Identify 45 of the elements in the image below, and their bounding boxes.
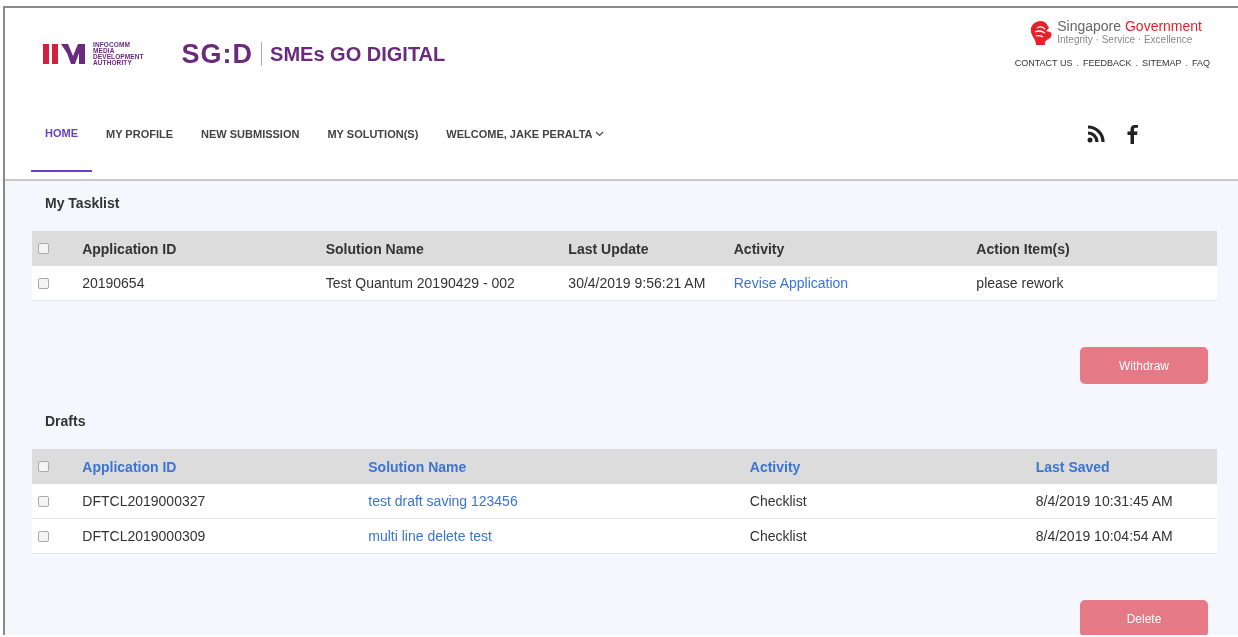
lion-head-icon [1029,20,1054,46]
nav-tab[interactable]: NEW SUBMISSION [187,84,314,172]
nav-tab[interactable]: MY PROFILE [92,84,188,172]
nav-tab[interactable]: HOME [31,84,92,172]
select-all-checkbox[interactable] [38,243,49,254]
link-separator: . [1185,58,1188,68]
government-name: Singapore Government [1057,20,1202,33]
table-cell: 8/4/2019 10:04:54 AM [1035,528,1173,544]
column-header: Application ID [82,240,177,257]
row-checkbox[interactable] [38,530,49,542]
brand-name: SMEs GO DIGITAL [270,42,446,66]
table-link[interactable]: multi line delete test [368,528,492,544]
row-checkbox[interactable] [38,277,49,289]
header-link[interactable]: FAQ [1192,58,1210,68]
facebook-icon[interactable] [1127,125,1138,144]
rss-icon[interactable] [1087,125,1107,143]
table-cell: Checklist [749,493,807,509]
column-header: Last Update [568,240,649,257]
table-link[interactable]: test draft saving 123456 [368,493,518,509]
column-header: Action Item(s) [976,240,1070,257]
brand-logo: SG:D [181,38,254,70]
select-all-checkbox[interactable] [38,461,49,472]
header-link[interactable]: FEEDBACK [1082,58,1132,68]
table-cell: Test Quantum 20190429 - 002 [325,275,515,291]
caret-icon [594,131,604,137]
nav-tab[interactable]: WELCOME, JAKE PERALTA [432,84,618,172]
header-link[interactable]: SITEMAP [1141,58,1182,68]
link-separator: . [1076,58,1079,68]
header-link[interactable]: CONTACT US [1014,58,1073,68]
nav-tab[interactable]: MY SOLUTION(S) [313,84,433,172]
table-cell: 30/4/2019 9:56:21 AM [568,275,706,291]
column-header: Solution Name [325,240,424,257]
link-separator: . [1135,58,1138,68]
section-title: My Tasklist [44,194,121,213]
table-cell: please rework [976,275,1064,291]
row-checkbox[interactable] [38,495,49,507]
column-header: Activity [733,240,785,257]
government-motto: Integrity · Service · Excellence [1057,34,1194,46]
agency-logo-icon [41,41,87,67]
table-cell: 20190654 [82,275,145,291]
section-title: Drafts [44,412,87,431]
table-cell: DFTCL2019000327 [82,493,206,509]
table-cell: Checklist [749,528,807,544]
table-cell: 8/4/2019 10:31:45 AM [1035,493,1173,509]
table-cell: DFTCL2019000309 [82,528,206,544]
